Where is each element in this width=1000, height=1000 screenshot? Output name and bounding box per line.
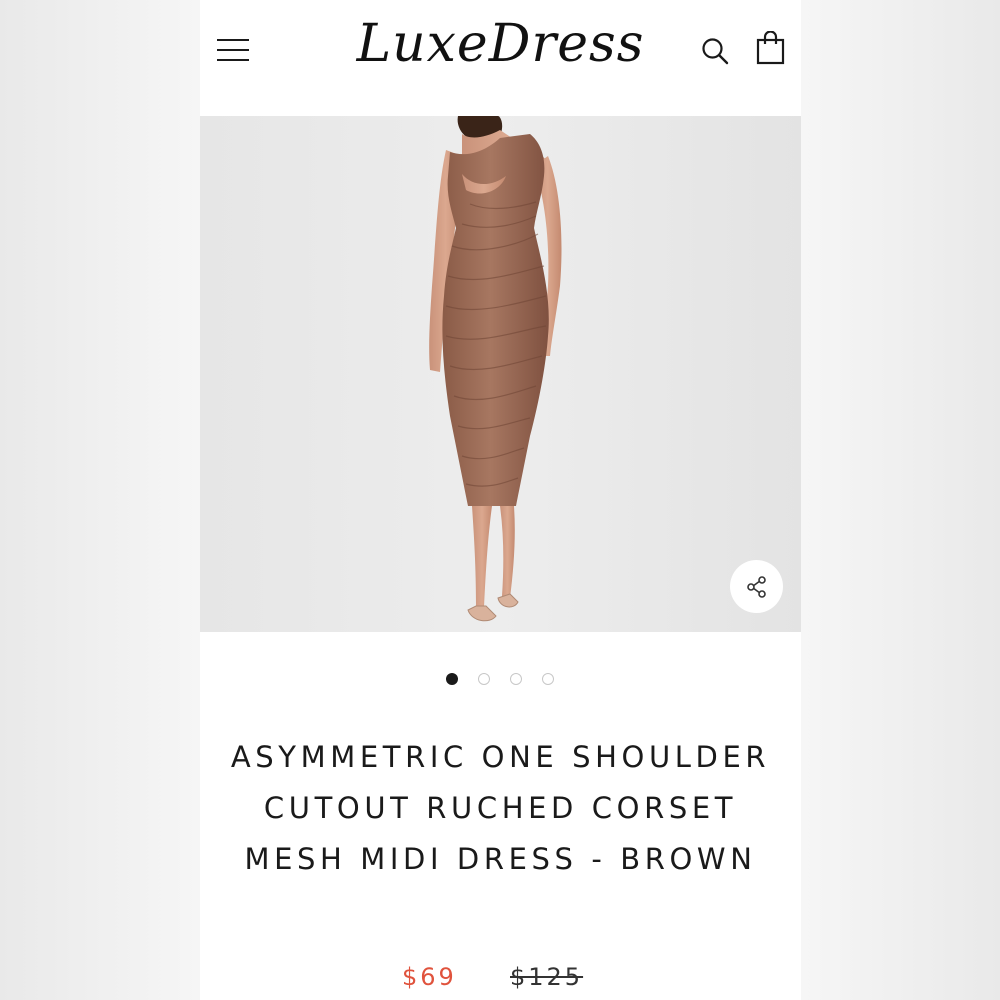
- search-icon[interactable]: [700, 36, 730, 66]
- product-image[interactable]: [200, 116, 801, 632]
- price-row: $69 $125: [200, 960, 801, 1000]
- gallery-dot-2[interactable]: [478, 673, 490, 685]
- gallery-dot-4[interactable]: [542, 673, 554, 685]
- share-button[interactable]: [730, 560, 783, 613]
- sale-price: $69: [402, 963, 457, 991]
- product-title: ASYMMETRIC ONE SHOULDER CUTOUT RUCHED CO…: [230, 740, 771, 876]
- gallery-dot-1[interactable]: [446, 673, 458, 685]
- original-price: $125: [510, 963, 584, 991]
- mobile-page: LuxeDress ASYMMETRIC ONE SHOULDER CUTOUT…: [200, 0, 801, 1000]
- dress-model-illustration: [200, 116, 801, 632]
- hamburger-menu-icon[interactable]: [217, 36, 250, 64]
- brand-logo[interactable]: LuxeDress: [348, 4, 653, 84]
- shopping-bag-icon[interactable]: [756, 30, 786, 65]
- share-icon: [746, 575, 766, 598]
- gallery-pagination: [200, 670, 801, 690]
- gallery-dot-3[interactable]: [510, 673, 522, 685]
- site-header: LuxeDress: [200, 0, 801, 116]
